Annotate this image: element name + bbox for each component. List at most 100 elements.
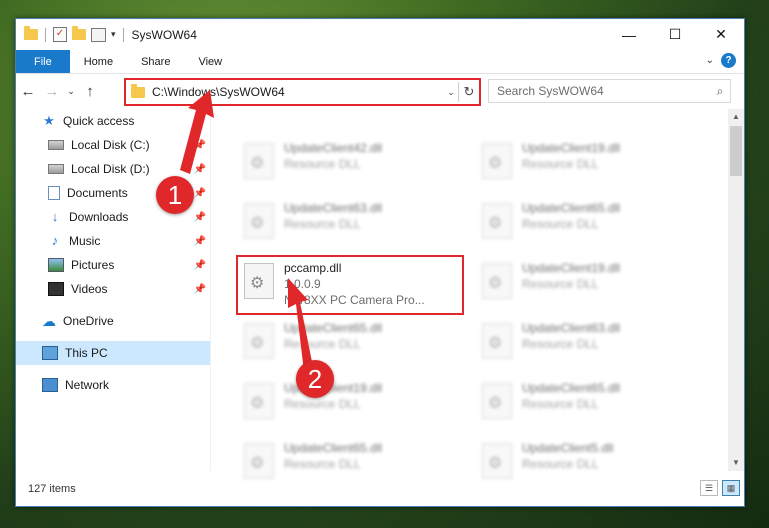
sidebar-item-videos[interactable]: Videos 📌 (16, 277, 210, 301)
file-name: UpdateClient42.dll (284, 141, 383, 155)
sidebar-item-label: Downloads (69, 210, 129, 224)
address-bar[interactable]: C:\Windows\SysWOW64 ⌄ ↻ (124, 78, 481, 106)
vertical-scrollbar[interactable]: ▲ ▼ (728, 109, 744, 471)
file-description: Resource DLL (284, 217, 361, 231)
documents-icon (48, 186, 60, 200)
dll-file-icon: ⚙ (244, 143, 274, 179)
file-name: UpdateClient65.dll (522, 381, 621, 395)
sidebar-item-onedrive[interactable]: ☁ OneDrive (16, 309, 210, 333)
file-name: UpdateClient63.dll (284, 201, 383, 215)
title-bar: ✓ ▾ SysWOW64 — ☐ ✕ (16, 19, 744, 50)
sidebar-item-label: Videos (71, 282, 108, 296)
file-name: UpdateClient63.dll (522, 321, 621, 335)
gear-icon: ⚙ (250, 155, 265, 172)
up-button[interactable]: ↑ (78, 83, 102, 100)
callout-2: 2 (296, 360, 334, 398)
back-button[interactable]: ← (16, 83, 40, 100)
file-highlight-box (236, 255, 464, 315)
sidebar-item-network[interactable]: Network (16, 373, 210, 397)
gear-icon: ⚙ (488, 155, 503, 172)
search-icon[interactable]: ⌕ (710, 84, 730, 99)
tab-file[interactable]: File (16, 50, 70, 73)
dll-file-icon: ⚙ (244, 323, 274, 359)
sidebar-item-label: Quick access (63, 114, 135, 128)
dll-file-icon: ⚙ (244, 383, 274, 419)
ribbon-tabs: File Home Share View ⌄ ? (16, 50, 744, 74)
toolbar-divider (122, 27, 124, 42)
scroll-down-icon[interactable]: ▼ (728, 455, 744, 471)
file-item[interactable]: ⚙ UpdateClient19.dll Resource DLL (474, 255, 699, 313)
file-description: Resource DLL (522, 337, 599, 351)
minimize-button[interactable]: — (606, 19, 652, 50)
pictures-icon (48, 258, 64, 272)
network-icon (42, 378, 58, 392)
file-item[interactable]: ⚙ UpdateClient63.dll Resource DLL (236, 195, 461, 253)
music-icon: ♪ (51, 233, 59, 248)
dll-file-icon: ⚙ (244, 203, 274, 239)
tab-home[interactable]: Home (70, 50, 127, 73)
maximize-button[interactable]: ☐ (652, 19, 698, 50)
refresh-button[interactable]: ↻ (458, 82, 479, 102)
pin-icon: 📌 (193, 187, 206, 199)
sidebar-item-local-disk-c[interactable]: Local Disk (C:) 📌 (16, 133, 210, 157)
expand-ribbon-icon[interactable]: ⌄ (706, 55, 714, 66)
file-item[interactable]: ⚙ UpdateClient63.dll Resource DLL (474, 315, 699, 373)
customize-toolbar-icon[interactable]: ▾ (111, 29, 116, 40)
file-item[interactable]: ⚙ UpdateClient19.dll Resource DLL (474, 135, 699, 193)
forward-button[interactable]: → (40, 83, 64, 100)
view-options-icon[interactable] (91, 27, 106, 42)
sidebar-item-quick-access[interactable]: ★ Quick access (16, 109, 210, 133)
file-item[interactable]: ⚙ UpdateClient42.dll Resource DLL (236, 135, 461, 193)
dll-file-icon: ⚙ (482, 383, 512, 419)
pin-icon: 📌 (193, 211, 206, 223)
tiles-view-icon[interactable]: ▦ (722, 480, 740, 496)
window-controls: — ☐ ✕ (606, 19, 744, 50)
pin-icon: 📌 (193, 235, 206, 247)
new-folder-icon[interactable] (72, 26, 86, 40)
file-description: Resource DLL (522, 457, 599, 471)
scroll-up-icon[interactable]: ▲ (728, 109, 744, 125)
file-description: Resource DLL (284, 157, 361, 171)
sidebar-item-this-pc[interactable]: This PC (16, 341, 210, 365)
sidebar-item-pictures[interactable]: Pictures 📌 (16, 253, 210, 277)
file-description: Resource DLL (522, 277, 599, 291)
help-icon[interactable]: ? (721, 53, 736, 68)
scroll-thumb[interactable] (730, 126, 742, 176)
sidebar-item-label: Local Disk (C:) (71, 138, 150, 152)
file-item[interactable]: ⚙ UpdateClient19.dll Resource DLL (236, 375, 461, 433)
window-title: SysWOW64 (131, 27, 197, 42)
file-description: Resource DLL (522, 157, 599, 171)
file-name: UpdateClient65.dll (284, 441, 383, 455)
navigation-pane: ★ Quick access Local Disk (C:) 📌 Local D… (16, 109, 211, 471)
file-name: UpdateClient65.dll (284, 321, 383, 335)
file-list: ⚙ UpdateClient42.dll Resource DLL ⚙ Upda… (212, 109, 727, 479)
file-item[interactable]: ⚙ UpdateClient65.dll Resource DLL (474, 195, 699, 253)
search-input[interactable]: Search SysWOW64 (497, 84, 710, 98)
gear-icon: ⚙ (488, 215, 503, 232)
file-item[interactable]: ⚙ UpdateClient65.dll Resource DLL (236, 315, 461, 373)
sidebar-item-label: Network (65, 378, 110, 392)
sidebar-item-music[interactable]: ♪ Music 📌 (16, 229, 210, 253)
sidebar-item-label: Pictures (71, 258, 115, 272)
sidebar-item-label: Music (69, 234, 101, 248)
downloads-icon: ↓ (51, 209, 59, 224)
address-dropdown-icon[interactable]: ⌄ (444, 87, 458, 98)
file-description: Resource DLL (284, 397, 361, 411)
file-name: UpdateClient65.dll (522, 201, 621, 215)
properties-check-icon[interactable]: ✓ (53, 27, 67, 42)
details-view-icon[interactable]: ☰ (700, 480, 718, 496)
recent-locations-button[interactable]: ⌄ (64, 86, 78, 97)
gear-icon: ⚙ (250, 455, 265, 472)
tab-view[interactable]: View (184, 50, 236, 73)
quick-access-toolbar: ✓ ▾ (16, 26, 126, 42)
file-item[interactable]: ⚙ UpdateClient65.dll Resource DLL (474, 375, 699, 433)
address-path[interactable]: C:\Windows\SysWOW64 (152, 85, 444, 99)
disk-icon (48, 164, 64, 174)
pin-icon: 📌 (193, 163, 206, 175)
gear-icon: ⚙ (488, 275, 503, 292)
cloud-icon: ☁ (42, 313, 56, 329)
tab-share[interactable]: Share (127, 50, 184, 73)
explorer-window: ✓ ▾ SysWOW64 — ☐ ✕ File Home Share View … (15, 18, 745, 507)
search-box[interactable]: Search SysWOW64 ⌕ (488, 79, 731, 103)
close-button[interactable]: ✕ (698, 19, 744, 50)
